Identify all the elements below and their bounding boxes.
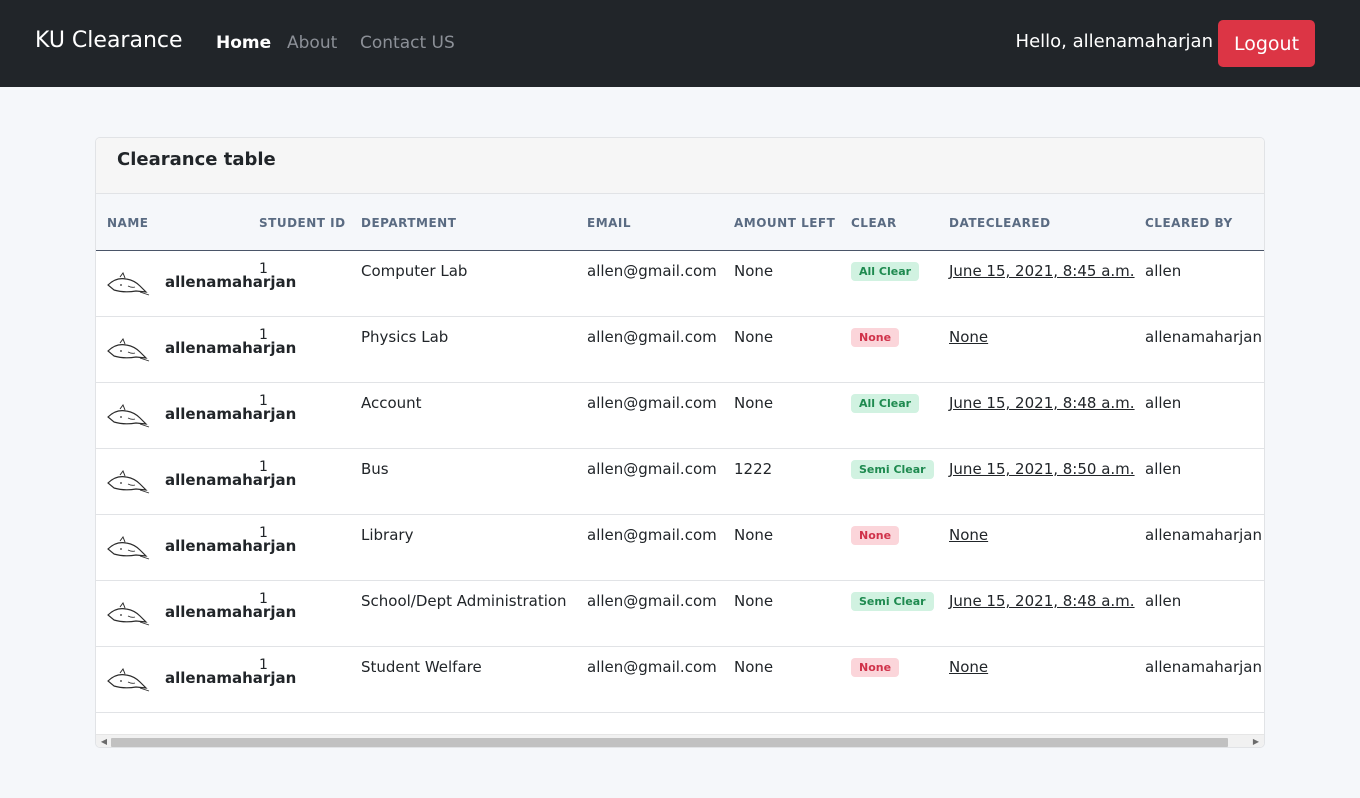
date-cleared-link[interactable]: June 15, 2021, 8:48 a.m.	[949, 592, 1135, 610]
table-row: allenamaharjan 1 Computer Lab allen@gmail.c…	[96, 251, 1264, 317]
email: allen@gmail.com	[587, 460, 717, 478]
date-cleared-link[interactable]: None	[949, 658, 988, 676]
table-row: allenamaharjan 1 Student Welfare allen@gmai…	[96, 647, 1264, 713]
column-header-clear: CLEAR	[851, 216, 897, 230]
cleared-by: allenamaharjan	[1145, 328, 1262, 346]
amount-left: 1222	[734, 460, 773, 478]
column-header-cleared-by: CLEARED BY	[1145, 216, 1233, 230]
student-id: 1	[259, 261, 268, 277]
cleared-by: allen	[1145, 460, 1182, 478]
user-greeting: Hello, allenamaharjan	[1015, 31, 1213, 52]
department: Bus	[361, 460, 389, 478]
email: allen@gmail.com	[587, 328, 717, 346]
table-row: allenamaharjan 1 Bus allen@gmail.com 1222 Sem…	[96, 449, 1264, 515]
department: Physics Lab	[361, 328, 449, 346]
whale-sketch-icon	[107, 535, 150, 560]
department: Student Welfare	[361, 658, 482, 676]
nav-contact[interactable]: Contact US	[360, 33, 455, 53]
table-row: allenamaharjan 1 Library allen@gmail.com Non…	[96, 515, 1264, 581]
department: School/Dept Administration	[361, 592, 567, 610]
amount-left: None	[734, 328, 774, 346]
email: allen@gmail.com	[587, 592, 717, 610]
clear-status-badge: None	[851, 328, 900, 347]
student-id: 1	[259, 657, 268, 673]
whale-sketch-icon	[107, 667, 150, 692]
whale-sketch-icon	[107, 403, 150, 428]
email: allen@gmail.com	[587, 394, 717, 412]
student-id: 1	[259, 393, 268, 409]
card-header: Clearance table	[96, 138, 1264, 194]
whale-sketch-icon	[107, 469, 150, 494]
clear-status-badge: All Clear	[851, 394, 920, 413]
clear-status-badge: Semi Clear	[851, 592, 934, 611]
table-header: NAME STUDENT ID DEPARTMENT EMAIL AMOUNT …	[96, 194, 1264, 251]
cleared-by: allen	[1145, 262, 1182, 280]
brand-link[interactable]: KU Clearance	[35, 28, 183, 53]
student-name: allenamaharjan	[165, 537, 297, 555]
date-cleared-link[interactable]: None	[949, 526, 988, 544]
column-header-name: NAME	[107, 216, 149, 230]
student-name: allenamaharjan	[165, 471, 297, 489]
cleared-by: allen	[1145, 394, 1182, 412]
scroll-thumb[interactable]	[111, 738, 1228, 747]
student-id: 1	[259, 327, 268, 343]
table-row: allenamaharjan 1 Physics Lab allen@gmail.co…	[96, 317, 1264, 383]
clear-status-badge: Semi Clear	[851, 460, 934, 479]
date-cleared-link[interactable]: June 15, 2021, 8:48 a.m.	[949, 394, 1135, 412]
whale-sketch-icon	[107, 337, 150, 362]
amount-left: None	[734, 592, 774, 610]
column-header-student-id: STUDENT ID	[259, 216, 346, 230]
clearance-card: Clearance table NAME STUDENT ID DEPARTME…	[95, 137, 1265, 748]
student-name: allenamaharjan	[165, 405, 297, 423]
cleared-by: allenamaharjan	[1145, 658, 1262, 676]
scroll-right-icon[interactable]: ▶	[1251, 737, 1261, 747]
date-cleared-link[interactable]: June 15, 2021, 8:50 a.m.	[949, 460, 1135, 478]
whale-sketch-icon	[107, 601, 150, 626]
scroll-left-icon[interactable]: ◀	[99, 737, 109, 747]
department: Account	[361, 394, 422, 412]
column-header-department: DEPARTMENT	[361, 216, 457, 230]
cleared-by: allenamaharjan	[1145, 526, 1262, 544]
email: allen@gmail.com	[587, 526, 717, 544]
column-header-email: EMAIL	[587, 216, 632, 230]
student-id: 1	[259, 525, 268, 541]
email: allen@gmail.com	[587, 262, 717, 280]
table-row: allenamaharjan 1 Account allen@gmail.com Non…	[96, 383, 1264, 449]
nav-about[interactable]: About	[287, 33, 337, 53]
card-title: Clearance table	[117, 149, 276, 170]
student-name: allenamaharjan	[165, 603, 297, 621]
student-id: 1	[259, 591, 268, 607]
student-name: allenamaharjan	[165, 669, 297, 687]
student-name: allenamaharjan	[165, 273, 297, 291]
email: allen@gmail.com	[587, 658, 717, 676]
nav-home[interactable]: Home	[216, 33, 271, 53]
amount-left: None	[734, 394, 774, 412]
clear-status-badge: None	[851, 658, 900, 677]
date-cleared-link[interactable]: None	[949, 328, 988, 346]
horizontal-scrollbar[interactable]: ◀ ▶	[96, 734, 1264, 747]
clear-status-badge: None	[851, 526, 900, 545]
cleared-by: allen	[1145, 592, 1182, 610]
navbar: KU Clearance Home About Contact US Hello…	[0, 0, 1360, 87]
student-id: 1	[259, 459, 268, 475]
amount-left: None	[734, 526, 774, 544]
whale-sketch-icon	[107, 271, 150, 296]
student-name: allenamaharjan	[165, 339, 297, 357]
column-header-date-cleared: DATECLEARED	[949, 216, 1051, 230]
date-cleared-link[interactable]: June 15, 2021, 8:45 a.m.	[949, 262, 1135, 280]
department: Computer Lab	[361, 262, 468, 280]
clear-status-badge: All Clear	[851, 262, 920, 281]
column-header-amount-left: AMOUNT LEFT	[734, 216, 836, 230]
amount-left: None	[734, 262, 774, 280]
amount-left: None	[734, 658, 774, 676]
table-row: allenamaharjan 1 School/Dept Administratio…	[96, 581, 1264, 647]
department: Library	[361, 526, 414, 544]
logout-button[interactable]: Logout	[1218, 20, 1315, 67]
